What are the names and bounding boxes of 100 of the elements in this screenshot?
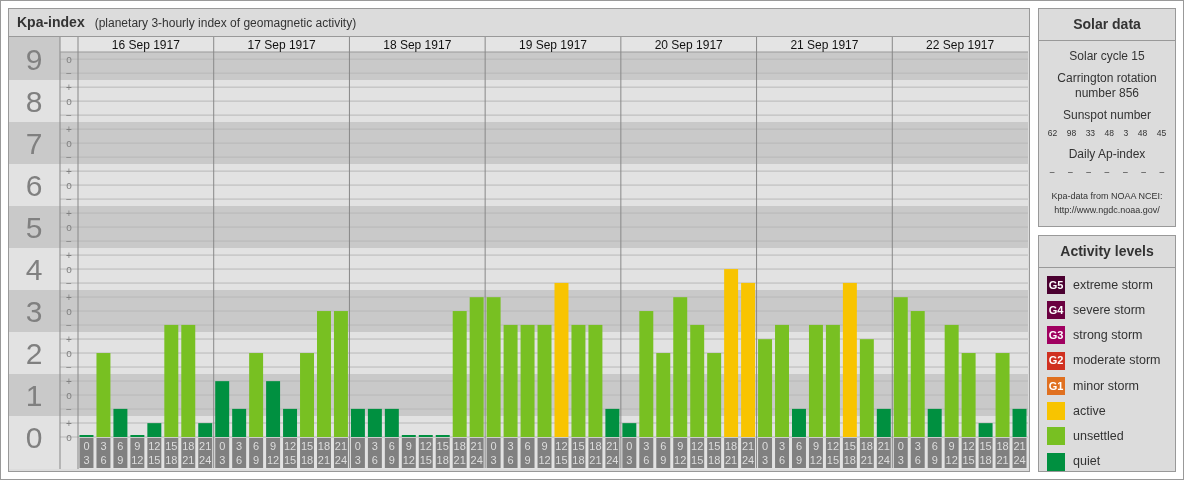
time-slot-label: 21 24 [333, 438, 348, 468]
time-slot-label: 18 21 [995, 438, 1010, 468]
sunspot-value: 3 [1123, 126, 1129, 140]
axis-label: 3 [25, 295, 43, 329]
sunspot-value: 45 [1156, 126, 1167, 140]
time-slot-label: 12 15 [418, 438, 433, 468]
x-tick-label: 6 9 [253, 440, 260, 466]
time-slot-label: 6 9 [113, 438, 128, 468]
sublevel-label: − [66, 68, 72, 80]
time-slot-label: 9 12 [673, 438, 688, 468]
ap-value: – [1122, 165, 1128, 179]
sublevel-label: − [66, 362, 72, 374]
time-slot-label: 15 18 [707, 438, 722, 468]
sublevel-label: o [66, 180, 72, 192]
sublevel-label: o [66, 432, 72, 443]
level-badge: G1 [1047, 376, 1065, 395]
time-slot-label: 21 24 [876, 438, 891, 468]
axis-label: 5 [25, 211, 43, 245]
sublevel-label: − [66, 152, 72, 164]
date-label: 22 Sep 1917 [926, 38, 995, 52]
time-slot-label: 18 21 [452, 438, 467, 468]
solar-cycle-text: Solar cycle 15 [1068, 49, 1146, 64]
time-slot-label: 3 6 [503, 438, 518, 468]
sublevel-label: + [66, 250, 72, 262]
sublevel-label: − [66, 236, 72, 248]
sublevel-label: + [66, 376, 72, 387]
sublevel-label: o [66, 222, 72, 234]
level-label: strong storm [1073, 327, 1143, 344]
time-slot-label: 9 12 [944, 438, 959, 468]
sublevel-label: + [66, 166, 72, 178]
x-tick-label: 3 6 [371, 440, 378, 466]
level-label: quiet [1073, 453, 1101, 471]
sublevel-label: + [66, 208, 72, 220]
sublevel-label: o [66, 348, 72, 360]
time-slot-label: 21 24 [469, 438, 484, 468]
time-slot-label: 0 3 [893, 438, 908, 468]
x-tick-label: 3 6 [507, 440, 514, 466]
x-tick-label: 6 9 [524, 440, 531, 466]
x-tick-label: 3 6 [236, 440, 243, 466]
date-label: 19 Sep 1917 [518, 38, 588, 52]
time-slot-label: 21 24 [1012, 438, 1027, 468]
time-slot-label: 3 6 [367, 438, 382, 468]
x-tick-label: 3 6 [100, 440, 107, 466]
sunspot-heading: Sunspot number [1061, 108, 1153, 123]
x-tick-label: 6 9 [388, 440, 395, 466]
time-slot-label: 15 18 [300, 438, 314, 468]
date-label: 20 Sep 1917 [654, 38, 723, 52]
time-slot-label: 9 12 [266, 438, 281, 468]
sublevel-label: o [66, 390, 72, 401]
time-slot-label: 21 24 [741, 438, 756, 468]
sublevel-label: o [66, 138, 72, 150]
time-slot-label: 3 6 [639, 438, 654, 468]
time-slot-label: 15 18 [435, 438, 450, 468]
date-label: 18 Sep 1917 [383, 38, 452, 52]
axis-label: 1 [25, 379, 43, 412]
time-slot-label: 21 24 [198, 438, 213, 468]
x-tick-label: 3 6 [643, 440, 650, 466]
sublevel-label: + [66, 292, 72, 304]
time-slot-label: 12 15 [690, 438, 705, 468]
x-tick-label: 6 9 [660, 440, 667, 466]
sublevel-label: − [66, 194, 72, 206]
sublevel-label: + [66, 418, 72, 429]
time-slot-label: 3 6 [910, 438, 925, 468]
carrington-text: Carrington rotation number 856 [1056, 71, 1158, 101]
sublevel-label: + [66, 334, 72, 346]
time-slot-label: 0 3 [79, 438, 94, 468]
sublevel-label: o [66, 306, 72, 318]
time-slot-label: 3 6 [775, 438, 789, 468]
date-label: 17 Sep 1917 [247, 38, 316, 52]
time-slot-label: 15 18 [978, 438, 993, 468]
time-slot-label: 0 3 [622, 438, 637, 468]
time-slot-label: 18 21 [181, 438, 196, 468]
x-tick-label: 3 6 [914, 440, 921, 466]
level-label: minor storm [1073, 377, 1139, 395]
sublevel-label: o [66, 96, 72, 108]
sunspot-value: 33 [1085, 126, 1096, 140]
time-slot-label: 0 3 [758, 438, 773, 468]
source-url: http://www.ngdc.noaa.gov/ [1054, 203, 1160, 217]
time-slot-label: 18 21 [588, 438, 603, 468]
time-slot-label: 6 9 [249, 438, 264, 468]
sunspot-value: 98 [1066, 126, 1077, 140]
panel-title: Kpa-index [17, 13, 85, 32]
panel-title: Solar data [1039, 9, 1175, 41]
axis-label: 4 [25, 253, 43, 287]
time-slot-label: 12 15 [825, 438, 840, 468]
level-label: severe storm [1073, 301, 1146, 319]
sublevel-label: − [66, 320, 72, 332]
time-slot-label: 3 6 [232, 438, 247, 468]
time-slot-label: 12 15 [554, 438, 569, 468]
level-label: unsettled [1073, 428, 1124, 445]
sunspot-value: 62 [1047, 126, 1058, 140]
sublevel-label: + [66, 124, 72, 136]
time-slot-label: 9 12 [401, 438, 416, 468]
sublevel-label: o [66, 264, 72, 276]
ap-value: – [1104, 165, 1110, 179]
time-slot-label: 6 9 [384, 438, 399, 468]
axis-label: 2 [25, 337, 43, 371]
axis-label: 8 [25, 85, 43, 119]
date-label: 16 Sep 1917 [111, 38, 180, 52]
time-slot-label: 6 9 [656, 438, 671, 468]
